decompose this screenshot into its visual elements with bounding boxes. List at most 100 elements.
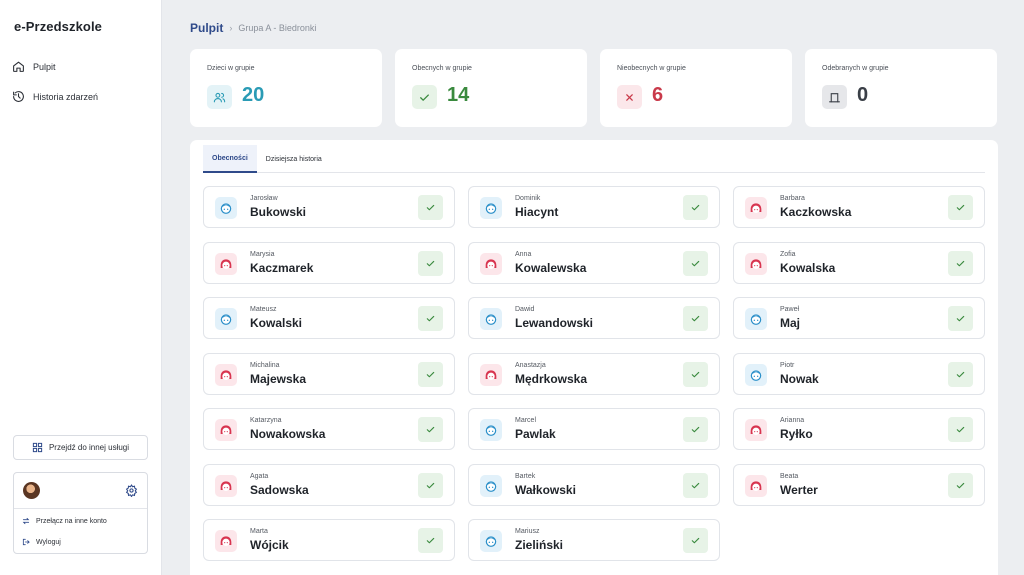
logout-icon (22, 538, 30, 546)
child-first-name: Anastazja (515, 361, 546, 369)
sidebar: e-Przedszkole Pulpit Historia zdarzeń Pr… (0, 0, 162, 575)
girl-avatar-icon (745, 419, 767, 441)
attendance-check-button[interactable] (948, 361, 973, 387)
child-first-name: Zofia (780, 250, 796, 258)
attendance-check-button[interactable] (418, 195, 443, 220)
child-card[interactable]: Mateusz Kowalski (203, 297, 455, 339)
attendance-check-button[interactable] (683, 250, 708, 276)
attendance-check-button[interactable] (683, 472, 708, 498)
attendance-check-button[interactable] (683, 306, 708, 331)
child-last-name: Zieliński (515, 538, 564, 552)
attendance-check-button[interactable] (948, 306, 973, 331)
child-card[interactable]: Arianna Ryłko (733, 408, 985, 450)
switch-account-label: Przełącz na inne konto (36, 517, 107, 525)
child-first-name: Mariusz (515, 528, 540, 535)
child-card[interactable]: Barbara Kaczkowska (733, 186, 985, 228)
child-card[interactable]: Dominik Hiacynt (468, 186, 720, 228)
child-last-name: Maj (780, 316, 801, 330)
child-first-name: Piotr (780, 361, 795, 369)
child-card[interactable]: Agata Sadowska (203, 463, 455, 506)
stat-card-children: Dzieci w grupie 20 (190, 49, 382, 127)
check-icon (426, 315, 435, 322)
child-last-name: Kaczkowska (780, 205, 852, 219)
attendance-check-button[interactable] (418, 306, 443, 331)
child-card[interactable]: Jarosław Bukowski (203, 186, 455, 228)
sidebar-item-label: Historia zdarzeń (33, 91, 99, 102)
girl-avatar-icon (215, 252, 237, 275)
check-icon (691, 426, 700, 433)
child-first-name: Marta (250, 528, 268, 535)
divider (14, 508, 147, 509)
boy-avatar-icon (215, 308, 237, 330)
child-card[interactable]: Dawid Lewandowski (468, 297, 720, 339)
child-last-name: Mędrkowska (515, 371, 588, 386)
child-card[interactable]: Marta Wójcik (203, 519, 455, 561)
child-card[interactable]: Piotr Nowak (733, 352, 985, 395)
attendance-check-button[interactable] (418, 417, 443, 442)
sidebar-item-pulpit[interactable]: Pulpit (12, 60, 56, 73)
girl-avatar-icon (215, 530, 237, 552)
child-first-name: Marcel (515, 417, 537, 424)
check-icon (426, 482, 435, 488)
check-icon (691, 260, 700, 266)
attendance-check-button[interactable] (948, 472, 973, 498)
child-last-name: Bukowski (250, 205, 307, 219)
attendance-check-button[interactable] (418, 528, 443, 553)
gear-icon[interactable] (125, 484, 138, 497)
switch-account-link[interactable]: Przełącz na inne konto (22, 517, 107, 525)
tab-attendance[interactable]: Obecności (203, 145, 257, 173)
child-card[interactable]: Marysia Kaczmarek (203, 241, 455, 284)
check-icon (426, 371, 435, 377)
attendance-check-button[interactable] (418, 361, 443, 387)
child-card[interactable]: Anastazja Mędrkowska (468, 352, 720, 395)
logout-link[interactable]: Wyloguj (22, 538, 61, 546)
avatar[interactable] (23, 482, 40, 499)
attendance-check-button[interactable] (683, 195, 708, 220)
child-last-name: Majewska (250, 371, 307, 386)
attendance-check-button[interactable] (948, 250, 973, 276)
child-card[interactable]: Katarzyna Nowakowska (203, 408, 455, 450)
stat-card-picked-up: Odebranych w grupie 0 (805, 49, 997, 127)
stat-label: Nieobecnych w grupie (617, 65, 686, 72)
breadcrumb-root[interactable]: Pulpit (190, 21, 223, 35)
check-icon (426, 426, 435, 433)
child-last-name: Nowakowska (250, 427, 326, 441)
child-card[interactable]: Mariusz Zieliński (468, 519, 720, 561)
girl-avatar-icon (745, 474, 767, 497)
attendance-check-button[interactable] (948, 195, 973, 220)
check-icon (426, 260, 435, 266)
check-icon (691, 482, 700, 488)
tab-today-history[interactable]: Dzisiejsza historia (257, 145, 331, 173)
child-first-name: Barbara (780, 195, 805, 202)
child-card[interactable]: Bartek Wałkowski (468, 463, 720, 506)
logout-label: Wyloguj (36, 538, 61, 546)
home-icon (13, 61, 24, 72)
attendance-check-button[interactable] (418, 250, 443, 276)
girl-avatar-icon (480, 252, 502, 275)
attendance-check-button[interactable] (418, 472, 443, 498)
sidebar-item-history[interactable]: Historia zdarzeń (12, 90, 98, 103)
attendance-check-button[interactable] (683, 528, 708, 553)
boy-avatar-icon (480, 308, 502, 330)
attendance-check-button[interactable] (948, 417, 973, 442)
child-card[interactable]: Zofia Kowalska (733, 241, 985, 284)
child-first-name: Beata (780, 472, 799, 480)
account-panel: Przełącz na inne konto Wyloguj (13, 472, 148, 554)
child-first-name: Agata (250, 472, 269, 480)
child-card[interactable]: Beata Werter (733, 463, 985, 506)
check-icon (956, 260, 965, 266)
check-icon (956, 204, 965, 211)
stat-value: 14 (447, 84, 470, 106)
attendance-check-button[interactable] (683, 417, 708, 442)
breadcrumb-current: Grupa A - Biedronki (238, 23, 317, 33)
attendance-check-button[interactable] (683, 361, 708, 387)
check-icon (691, 204, 700, 211)
switch-service-label: Przejdź do innej usługi (48, 443, 130, 452)
child-card[interactable]: Marcel Pawlak (468, 408, 720, 450)
child-card[interactable]: Anna Kowalewska (468, 241, 720, 284)
switch-service-button[interactable]: Przejdź do innej usługi (13, 435, 148, 460)
child-card[interactable]: Paweł Maj (733, 297, 985, 339)
stat-card-absent: Nieobecnych w grupie 6 (600, 49, 792, 127)
child-card[interactable]: Michalina Majewska (203, 352, 455, 395)
boy-avatar-icon (480, 419, 502, 441)
